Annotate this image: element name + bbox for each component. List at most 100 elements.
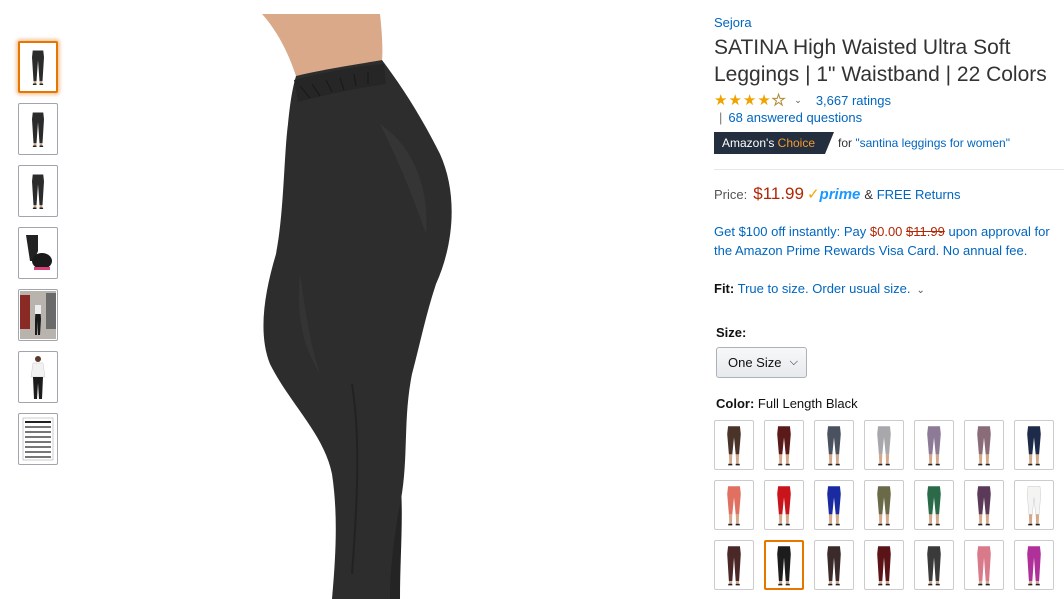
thumbnail-street-photo[interactable] <box>18 289 58 341</box>
color-swatch[interactable] <box>864 540 904 590</box>
thumbnail-model-white-top[interactable] <box>18 351 58 403</box>
legging-swatch-image <box>827 546 841 586</box>
star-icon: ★ <box>714 91 728 109</box>
color-swatch[interactable] <box>714 480 754 530</box>
color-swatch[interactable] <box>964 540 1004 590</box>
color-swatch[interactable] <box>814 480 854 530</box>
thumbnail-packaging[interactable] <box>18 227 58 279</box>
color-swatch[interactable] <box>964 480 1004 530</box>
thumbnail-legs-side[interactable] <box>18 103 58 155</box>
size-dropdown[interactable]: One Size ⌵ <box>716 347 807 378</box>
legging-swatch-image <box>877 426 891 466</box>
choice-for-text: for "santina leggings for women" <box>838 136 1010 150</box>
thumbnail-image <box>32 174 44 209</box>
color-label: Color: <box>716 396 755 411</box>
size-label: Size: <box>716 325 747 340</box>
prime-check: ✓ <box>806 186 820 203</box>
color-swatch[interactable] <box>914 480 954 530</box>
offer-pay: $0.00 <box>869 224 903 239</box>
color-swatch[interactable] <box>1014 480 1054 530</box>
size-selected-value: One Size <box>728 355 782 370</box>
star-icon: ★ <box>728 91 742 109</box>
fit-value-link[interactable]: True to size. Order usual size. <box>738 281 911 296</box>
chevron-down-icon[interactable]: ⌄ <box>917 285 925 296</box>
color-swatch[interactable] <box>864 420 904 470</box>
prime-icon[interactable]: ✓ prime <box>807 185 860 203</box>
color-selected-value: Full Length Black <box>757 396 858 411</box>
offer-original-price: $11.99 <box>906 224 945 239</box>
product-title: SATINA High Waisted Ultra Soft Leggings … <box>714 36 1047 86</box>
legging-swatch-image <box>877 546 891 586</box>
chevron-down-icon: ⌵ <box>789 356 798 368</box>
thumbnail-legs-back[interactable] <box>18 165 58 217</box>
color-swatch[interactable] <box>814 420 854 470</box>
fit-row: Fit: True to size. Order usual size. ⌄ <box>714 281 1064 296</box>
legging-swatch-image <box>977 426 991 466</box>
color-swatch[interactable] <box>714 420 754 470</box>
answered-questions-link[interactable]: 68 answered questions <box>728 110 862 125</box>
legging-swatch-image <box>927 426 941 466</box>
brand-link[interactable]: Sejora <box>714 15 752 30</box>
offer-pre: Get $100 off instantly: Pay <box>714 224 867 239</box>
ratings-count-link[interactable]: 3,667 ratings <box>816 93 891 108</box>
amazons-choice-badge[interactable]: Amazon's Choice <box>714 132 826 154</box>
star-icon: ★ <box>757 91 771 109</box>
legging-swatch-image <box>1027 426 1041 466</box>
thumbnail-image <box>32 50 44 85</box>
legging-swatch-image <box>827 426 841 466</box>
legging-swatch-image <box>927 486 941 526</box>
choice-keyword-link[interactable]: "santina leggings for women" <box>855 136 1010 150</box>
amazons-choice-row: Amazon's Choice for "santina leggings fo… <box>714 132 1064 154</box>
color-swatch[interactable] <box>814 540 854 590</box>
color-swatch[interactable] <box>764 420 804 470</box>
color-swatch[interactable] <box>764 480 804 530</box>
separator: | <box>719 110 723 125</box>
chevron-down-icon[interactable]: ⌄ <box>794 95 802 106</box>
legging-swatch-image <box>927 546 941 586</box>
legging-swatch-image <box>777 546 791 586</box>
color-swatch[interactable] <box>714 540 754 590</box>
legging-swatch-image <box>827 486 841 526</box>
leggings-image <box>262 14 452 599</box>
thumbnail-size-chart[interactable] <box>18 413 58 465</box>
free-returns-link[interactable]: FREE Returns <box>877 187 961 202</box>
rating-row: ★ ★ ★ ★ ★ ⌄ 3,667 ratings <box>714 91 1064 109</box>
amp: & <box>864 187 874 202</box>
color-swatch[interactable] <box>914 420 954 470</box>
price-label: Price: <box>714 187 748 202</box>
star-icon: ★ <box>742 91 757 109</box>
thumbnail-image <box>22 417 54 461</box>
color-swatch[interactable] <box>1014 420 1054 470</box>
choice-badge-accent: Choice <box>777 136 816 150</box>
color-swatch[interactable] <box>964 420 1004 470</box>
thumbnail-legs[interactable] <box>18 41 58 93</box>
price-value: $11.99 <box>753 184 804 203</box>
card-offer[interactable]: Get $100 off instantly: Pay $0.00 $11.99… <box>714 222 1059 260</box>
color-swatch[interactable] <box>764 540 804 590</box>
fit-label: Fit: <box>714 281 735 296</box>
color-swatch-grid <box>714 420 1064 590</box>
legging-swatch-image <box>877 486 891 526</box>
price-row: Price: $11.99 ✓ prime & FREE Returns <box>714 184 1064 204</box>
star-rating[interactable]: ★ ★ ★ ★ ★ <box>714 91 786 109</box>
legging-swatch-image <box>977 486 991 526</box>
thumbnail-image <box>26 235 52 270</box>
divider <box>714 169 1064 170</box>
color-swatch[interactable] <box>914 540 954 590</box>
main-product-image[interactable] <box>240 14 510 599</box>
product-details: Sejora SATINA High Waisted Ultra Soft Le… <box>714 14 1064 590</box>
thumbnail-list <box>18 41 58 475</box>
thumbnail-image <box>20 291 56 339</box>
legging-swatch-image <box>1026 486 1042 526</box>
choice-badge-tail <box>825 132 835 154</box>
legging-swatch-image <box>1027 546 1041 586</box>
legging-swatch-image <box>777 426 791 466</box>
legging-swatch-image <box>977 546 991 586</box>
color-swatch[interactable] <box>1014 540 1054 590</box>
legging-swatch-image <box>727 426 741 466</box>
legging-swatch-image <box>777 486 791 526</box>
star-icon: ★ <box>771 91 786 109</box>
answered-questions-row: | 68 answered questions <box>714 110 1064 128</box>
color-swatch[interactable] <box>864 480 904 530</box>
color-row: Color: Full Length Black <box>714 396 1064 411</box>
